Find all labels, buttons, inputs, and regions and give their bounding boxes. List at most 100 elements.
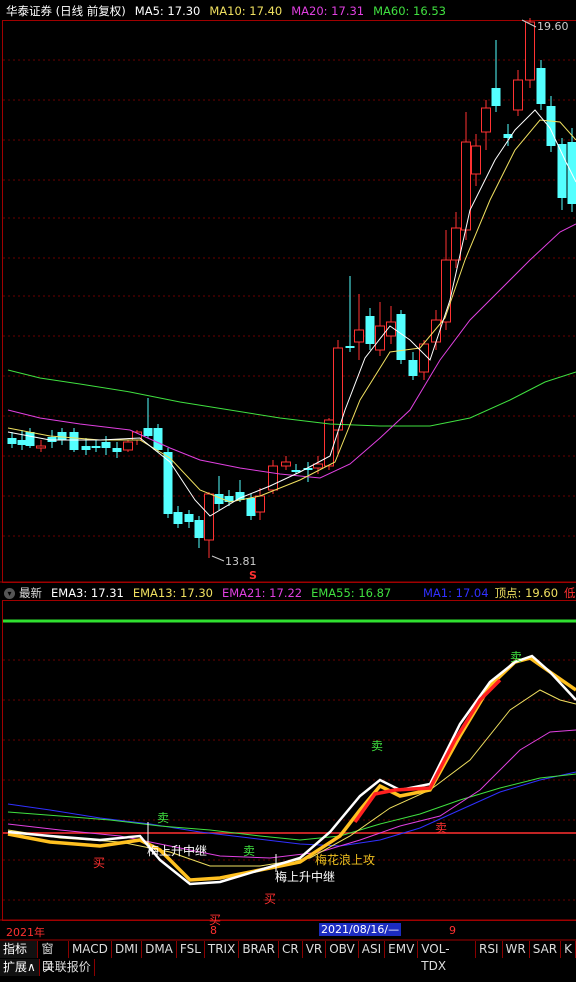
candle-body-up xyxy=(513,79,523,111)
candle-body-up xyxy=(324,419,334,467)
indicator-tab-8[interactable]: CR xyxy=(279,941,303,958)
indicator-tab-13[interactable]: VOL-TDX xyxy=(418,941,477,973)
ma60-line xyxy=(7,369,576,427)
month-label: 8 xyxy=(210,924,217,937)
candle-body-up xyxy=(281,461,291,467)
indicator-tab-7[interactable]: BRAR xyxy=(239,941,279,958)
candle-body-down xyxy=(81,446,91,450)
high-price-label: 19.60 xyxy=(537,20,569,33)
stock-title[interactable]: 华泰证券 (日线 前复权) xyxy=(6,3,126,19)
candle-body-up xyxy=(123,441,133,451)
candle-body-down xyxy=(17,440,27,445)
candle-body-up xyxy=(333,347,343,431)
indicator-tab-11[interactable]: ASI xyxy=(359,941,386,958)
candle-body-up xyxy=(419,343,429,373)
candle-body-down xyxy=(112,448,122,452)
candle-body-down xyxy=(184,514,194,522)
indicator-tab-5[interactable]: FSL xyxy=(177,941,205,958)
lower-chart-header: ▾ 最新 EMA3: 17.31 EMA13: 17.30 EMA21: 17.… xyxy=(0,583,400,603)
candle-body-down xyxy=(491,88,501,106)
upper-chart-header: 华泰证券 (日线 前复权) MA5: 17.30 MA10: 17.40 MA2… xyxy=(0,1,455,21)
ma60-label: MA60: 16.53 xyxy=(373,4,446,18)
ema21-label: EMA21: 17.22 xyxy=(221,586,303,600)
candle-body-down xyxy=(408,360,418,376)
sell-signal: 卖 xyxy=(157,811,170,825)
ema3-label: EMA3: 17.31 xyxy=(51,586,124,600)
candle-body-down xyxy=(143,428,153,436)
low-price-label: 13.81 xyxy=(225,555,257,568)
candle-body-up xyxy=(525,21,535,81)
trough-label: 低点 xyxy=(564,586,576,600)
cursor-date-label: 2021/08/16/— xyxy=(319,923,402,936)
ema55-line xyxy=(7,773,576,841)
relay-signal: 梅上升中继 xyxy=(147,844,208,858)
indicator-tab-16[interactable]: SAR xyxy=(530,941,562,958)
candle-body-down xyxy=(557,144,567,198)
candle-body-down xyxy=(153,428,163,450)
candle-body-down xyxy=(69,432,79,450)
buy-signal: 买 xyxy=(93,856,106,870)
candle-body-up xyxy=(36,445,46,449)
extension-tab-bar: 扩展∧ 关联报价 xyxy=(0,959,95,976)
ma1-line xyxy=(7,771,576,847)
sell-signal: 卖 xyxy=(510,650,523,664)
candle-body-down xyxy=(345,346,355,348)
candle-body-down xyxy=(291,470,301,472)
indicator-tab-10[interactable]: OBV xyxy=(326,941,359,958)
indicator-tab-15[interactable]: WR xyxy=(503,941,530,958)
sell-signal: 卖 xyxy=(243,844,256,858)
chart-canvas xyxy=(0,18,576,941)
buy-signal: 买 xyxy=(264,892,277,906)
ma5-label: MA5: 17.30 xyxy=(134,4,201,18)
candle-body-up xyxy=(471,145,481,175)
candle-body-down xyxy=(91,446,101,448)
indicator-tab-2[interactable]: MACD xyxy=(69,941,112,958)
candle-body-down xyxy=(173,512,183,524)
ma20-label: MA20: 17.31 xyxy=(291,4,365,18)
candle-body-up xyxy=(481,107,491,133)
candle-body-down xyxy=(235,492,245,500)
attack-signal: 梅花浪上攻 xyxy=(315,853,376,867)
month-label: 9 xyxy=(449,924,456,937)
candle-body-down xyxy=(163,452,173,514)
candle-body-down xyxy=(7,438,17,444)
ema13-label: EMA13: 17.30 xyxy=(132,586,213,600)
peak-label: 顶点: 19.60 xyxy=(494,586,559,600)
candle-body-down xyxy=(101,442,111,448)
candle-body-down xyxy=(25,432,35,446)
extension-tab-0[interactable]: 扩展∧ xyxy=(0,959,40,976)
indicator-tab-6[interactable]: TRIX xyxy=(205,941,240,958)
low-pointer xyxy=(211,555,225,562)
year-label: 2021年 xyxy=(6,926,45,939)
candle-body-down xyxy=(365,316,375,344)
indicator-tab-17[interactable]: K xyxy=(561,941,576,958)
candle-body-up xyxy=(461,141,471,231)
ema55-label: EMA55: 16.87 xyxy=(311,586,392,600)
sell-signal: 卖 xyxy=(371,739,384,753)
lower-chart-header-right: MA1: 17.04 顶点: 19.60 低点 xyxy=(423,583,576,603)
candle-body-up xyxy=(204,493,214,541)
chevron-down-icon[interactable]: ▾ xyxy=(4,587,15,599)
indicator-tab-14[interactable]: RSI xyxy=(476,941,503,958)
candle-body-down xyxy=(246,498,256,516)
ma10-line xyxy=(7,119,576,503)
extension-tab-1[interactable]: 关联报价 xyxy=(40,959,95,976)
ma10-label: MA10: 17.40 xyxy=(209,4,283,18)
ma1-label: MA1: 17.04 xyxy=(423,586,489,600)
indicator-tab-12[interactable]: EMV xyxy=(385,941,419,958)
candle-body-down xyxy=(536,68,546,104)
candle-body-down xyxy=(194,520,204,538)
indicator-tab-3[interactable]: DMI xyxy=(112,941,143,958)
candle-body-up xyxy=(451,227,461,261)
relay-signal: 梅上升中继 xyxy=(275,870,336,884)
indicator-tab-1[interactable]: 窗口 xyxy=(38,941,69,973)
indicator-tab-9[interactable]: VR xyxy=(303,941,327,958)
candle-body-up xyxy=(255,495,265,513)
indicator-tab-0[interactable]: 指标A xyxy=(0,941,39,973)
upper-panel-frame xyxy=(2,20,576,583)
candle-body-down xyxy=(396,314,406,360)
candle-body-up xyxy=(354,329,364,343)
indicator-tab-4[interactable]: DMA xyxy=(142,941,177,958)
ma5-line xyxy=(7,109,576,517)
indicator-name[interactable]: 最新 xyxy=(19,585,42,601)
